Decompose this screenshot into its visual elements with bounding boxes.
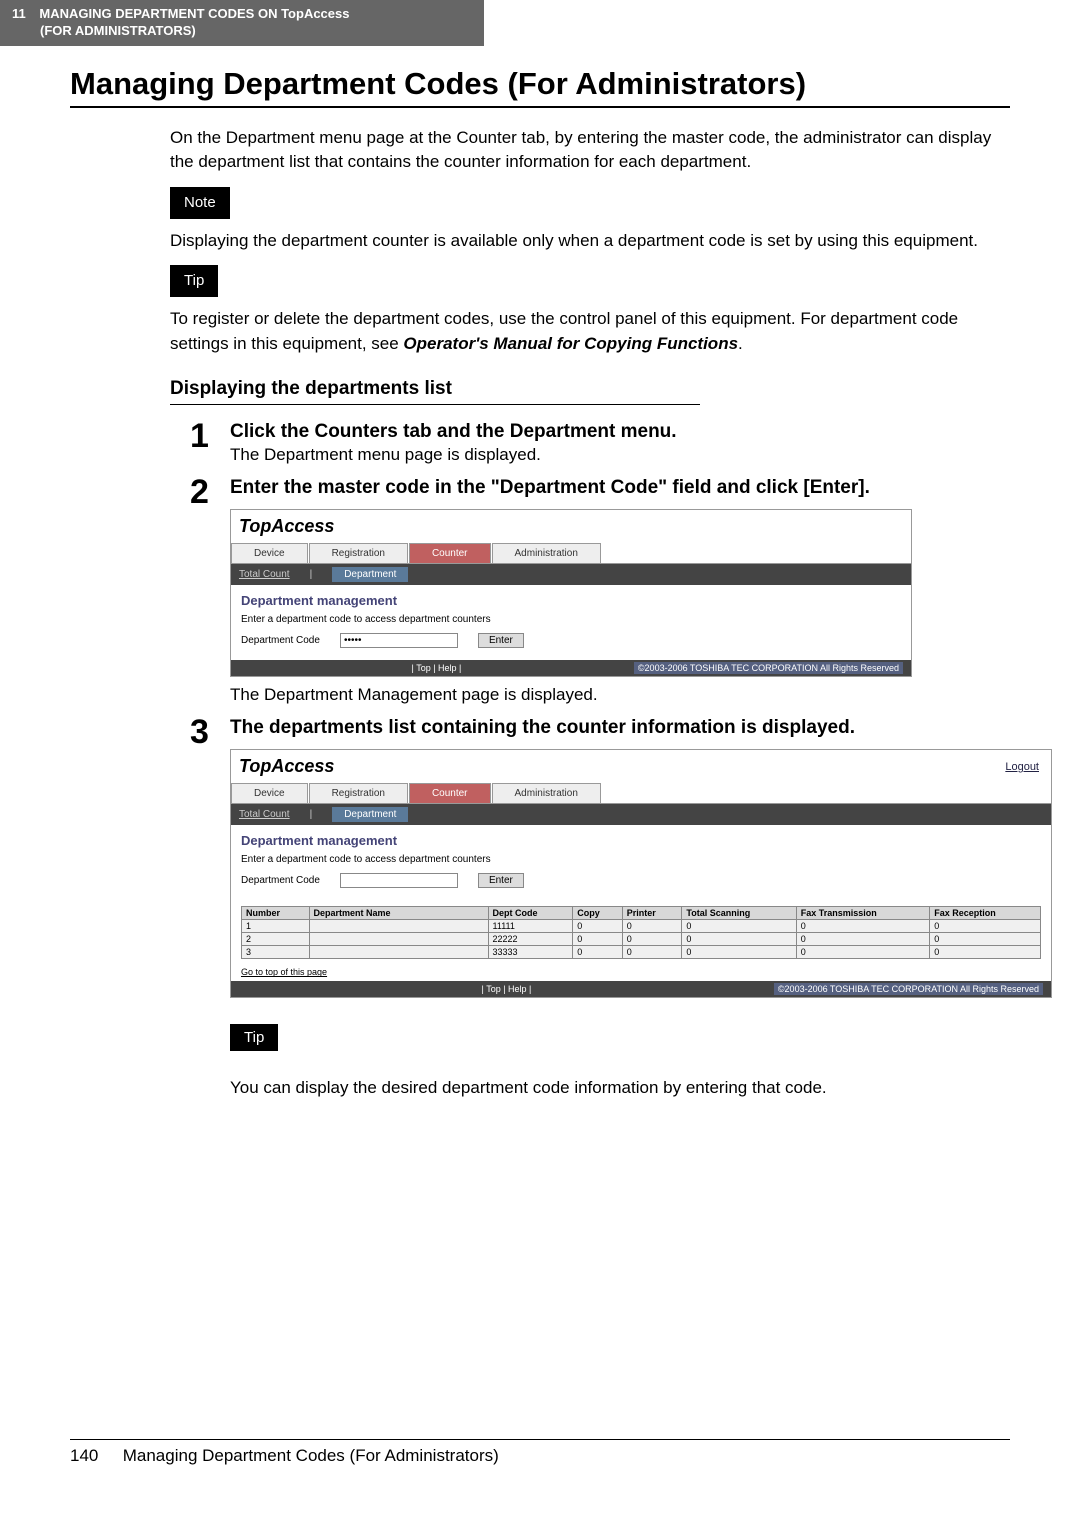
chapter-number: 11 <box>12 6 26 21</box>
step-3-number: 3 <box>190 715 230 749</box>
steps-list: 1 Click the Counters tab and the Departm… <box>190 419 1010 1115</box>
topaccess-logo-1: TopAccess <box>231 510 911 543</box>
th-fax-tx: Fax Transmission <box>796 907 929 920</box>
step-2: 2 Enter the master code in the "Departme… <box>190 475 1010 705</box>
step-1-desc: The Department menu page is displayed. <box>230 445 1010 465</box>
departments-table: Number Department Name Dept Code Copy Pr… <box>241 906 1041 959</box>
step-3-title: The departments list containing the coun… <box>230 717 1052 739</box>
tab-administration[interactable]: Administration <box>492 543 601 563</box>
footer-rule <box>70 1439 1010 1440</box>
th-copy: Copy <box>573 907 622 920</box>
panel-heading-1: Department management <box>231 585 911 610</box>
title-rule <box>70 106 1010 108</box>
tip-text-1: To register or delete the department cod… <box>170 307 1010 356</box>
table-header-row: Number Department Name Dept Code Copy Pr… <box>242 907 1041 920</box>
tab-counter-2[interactable]: Counter <box>409 783 491 803</box>
tip-badge-1: Tip <box>170 265 218 297</box>
section-heading: Displaying the departments list <box>170 378 1010 400</box>
table-row: 1 11111 0 0 0 0 0 <box>242 920 1041 933</box>
tab-bar-1: Device Registration Counter Administrati… <box>231 543 911 564</box>
sub-tab-bar-1: Total Count | Department <box>231 564 911 585</box>
tip-badge-2: Tip <box>230 1024 278 1051</box>
tab-bar-2: Device Registration Counter Administrati… <box>231 783 1051 804</box>
enter-button-2[interactable]: Enter <box>478 873 524 888</box>
step-2-title: Enter the master code in the "Department… <box>230 477 1010 499</box>
page-number: 140 <box>70 1446 118 1466</box>
subtab-department[interactable]: Department <box>332 567 408 582</box>
tab-counter[interactable]: Counter <box>409 543 491 563</box>
th-number: Number <box>242 907 310 920</box>
chapter-subtitle: (FOR ADMINISTRATORS) <box>40 23 196 38</box>
footer-links-1[interactable]: | Top | Help | <box>239 663 634 673</box>
th-dept-code: Dept Code <box>488 907 573 920</box>
subtab-total-count[interactable]: Total Count <box>239 569 290 580</box>
step-2-desc-after: The Department Management page is displa… <box>230 685 1010 705</box>
step-2-number: 2 <box>190 475 230 509</box>
footer-copyright-2: ©2003-2006 TOSHIBA TEC CORPORATION All R… <box>774 983 1043 995</box>
dept-code-label-2: Department Code <box>241 875 320 886</box>
panel-heading-2: Department management <box>231 825 1051 850</box>
logout-link[interactable]: Logout <box>1005 761 1039 773</box>
step-1: 1 Click the Counters tab and the Departm… <box>190 419 1010 465</box>
enter-button-1[interactable]: Enter <box>478 633 524 648</box>
panel-instruction-2: Enter a department code to access depart… <box>231 850 1051 869</box>
th-printer: Printer <box>622 907 682 920</box>
note-text: Displaying the department counter is ava… <box>170 229 1010 254</box>
th-dept-name: Department Name <box>309 907 488 920</box>
footer-copyright-1: ©2003-2006 TOSHIBA TEC CORPORATION All R… <box>634 662 903 674</box>
sub-tab-bar-2: Total Count | Department <box>231 804 1051 825</box>
intro-block: On the Department menu page at the Count… <box>170 126 1010 357</box>
dept-code-input-1[interactable] <box>340 633 458 648</box>
dept-code-form-2: Department Code Enter <box>231 869 1051 900</box>
chapter-header: 11 MANAGING DEPARTMENT CODES ON TopAcces… <box>0 0 484 46</box>
chapter-title: MANAGING DEPARTMENT CODES ON TopAccess <box>39 6 349 21</box>
dept-code-form-1: Department Code Enter <box>231 629 911 660</box>
go-to-top-link[interactable]: Go to top of this page <box>241 967 327 977</box>
screenshot-footer-1: | Top | Help | ©2003-2006 TOSHIBA TEC CO… <box>231 660 911 676</box>
dept-code-input-2[interactable] <box>340 873 458 888</box>
subtab-department-2[interactable]: Department <box>332 807 408 822</box>
page-title: Managing Department Codes (For Administr… <box>70 66 1080 102</box>
page-footer: 140 Managing Department Codes (For Admin… <box>70 1446 1010 1466</box>
tab-registration[interactable]: Registration <box>309 543 408 563</box>
screenshot-2: TopAccess Logout Device Registration Cou… <box>230 749 1052 998</box>
screenshot-footer-2: | Top | Help | ©2003-2006 TOSHIBA TEC CO… <box>231 981 1051 997</box>
table-row: 2 22222 0 0 0 0 0 <box>242 933 1041 946</box>
dept-code-label-1: Department Code <box>241 635 320 646</box>
tab-administration-2[interactable]: Administration <box>492 783 601 803</box>
th-total-scanning: Total Scanning <box>682 907 796 920</box>
screenshot-1: TopAccess Device Registration Counter Ad… <box>230 509 912 677</box>
topaccess-logo-2: TopAccess Logout <box>231 750 1051 783</box>
intro-text: On the Department menu page at the Count… <box>170 126 1010 175</box>
page-footer-title: Managing Department Codes (For Administr… <box>123 1446 499 1465</box>
panel-instruction-1: Enter a department code to access depart… <box>231 610 911 629</box>
table-row: 3 33333 0 0 0 0 0 <box>242 946 1041 959</box>
tip-text-2: You can display the desired department c… <box>230 1078 1052 1098</box>
tab-device[interactable]: Device <box>231 543 308 563</box>
step-1-number: 1 <box>190 419 230 453</box>
note-badge: Note <box>170 187 230 219</box>
subtab-total-count-2[interactable]: Total Count <box>239 809 290 820</box>
th-fax-rx: Fax Reception <box>930 907 1041 920</box>
step-3: 3 The departments list containing the co… <box>190 715 1010 1115</box>
tab-device-2[interactable]: Device <box>231 783 308 803</box>
section-rule <box>170 404 700 405</box>
tab-registration-2[interactable]: Registration <box>309 783 408 803</box>
footer-links-2[interactable]: | Top | Help | <box>239 984 774 994</box>
step-1-title: Click the Counters tab and the Departmen… <box>230 421 1010 443</box>
